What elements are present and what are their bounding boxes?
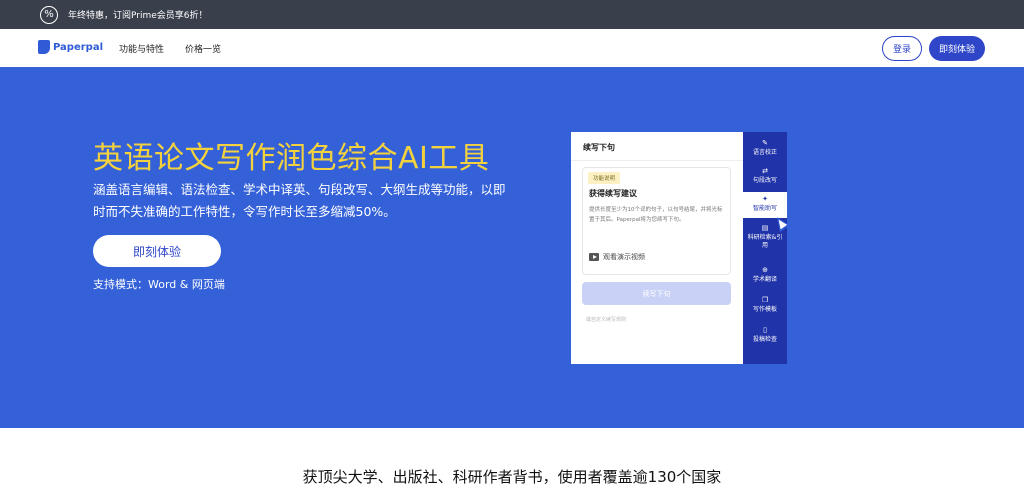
- sidebar-item-academic-translation[interactable]: ⊕ 学术翻译: [743, 263, 787, 289]
- sidebar-item-writing-templates[interactable]: ❐ 写作模板: [743, 293, 787, 319]
- login-button[interactable]: 登录: [882, 36, 922, 61]
- feature-info-box: 功能说明 获得续写建议 提供长度至少为10个词的句子，以句号结尾，并将光标置于其…: [582, 167, 731, 275]
- product-preview-card: 续写下句 功能说明 获得续写建议 提供长度至少为10个词的句子，以句号结尾，并将…: [571, 132, 787, 364]
- globe-icon: ⊕: [762, 266, 768, 274]
- watch-video-link[interactable]: 观看演示视频: [589, 252, 645, 262]
- hero-try-button[interactable]: 即刻体验: [93, 235, 221, 267]
- paperpal-logo-icon: [38, 40, 50, 54]
- try-now-button[interactable]: 即刻体验: [929, 36, 985, 61]
- card-heading: 续写下句: [583, 143, 615, 152]
- top-nav: Paperpal 功能与特性 价格一览 登录 即刻体验: [0, 29, 1024, 67]
- watch-video-label: 观看演示视频: [603, 253, 645, 261]
- document-icon: ▯: [763, 326, 767, 334]
- sidebar-item-paraphrase[interactable]: ⇄ 句段改写: [743, 164, 787, 190]
- sidebar-item-submission-check[interactable]: ▯ 投稿检查: [743, 323, 787, 349]
- play-icon: [589, 253, 599, 261]
- feature-sidebar: ✎ 语言校正 ⇄ 句段改写 ✦ 智能助写 ▤ 科研检索&引用 ⊕ 学术翻译 ❐ …: [743, 132, 787, 364]
- sidebar-item-label: 学术翻译: [752, 276, 777, 283]
- sidebar-item-label: 投稿检查: [752, 336, 777, 343]
- promo-text[interactable]: 年终特惠，订阅Prime会员享6折！: [68, 8, 208, 21]
- swap-icon: ⇄: [762, 167, 768, 175]
- feature-title: 获得续写建议: [589, 189, 637, 198]
- percent-icon: %: [40, 5, 58, 24]
- logo-text: Paperpal: [53, 41, 104, 53]
- continue-writing-button[interactable]: 续写下句: [582, 282, 731, 305]
- nav-link-pricing[interactable]: 价格一览: [185, 42, 221, 55]
- promo-bar[interactable]: % 年终特惠，订阅Prime会员享6折！: [0, 0, 1024, 29]
- hero-title: 英语论文写作润色综合AI工具: [93, 141, 490, 176]
- sidebar-item-label: 语言校正: [752, 149, 777, 156]
- sparkle-icon: ✦: [762, 195, 768, 203]
- card-divider: [571, 160, 743, 161]
- feature-text: 提供长度至少为10个词的句子，以句号结尾，并将光标置于其后。Paperpal将为…: [589, 207, 723, 223]
- supported-modes: 支持模式：Word & 网页端: [93, 278, 225, 291]
- fade-overlay: [571, 322, 743, 364]
- trust-statement: 获顶尖大学、出版社、科研作者背书，使用者覆盖逾130个国家: [302, 468, 722, 486]
- sidebar-item-label: 智能助写: [752, 205, 777, 212]
- template-icon: ❐: [761, 296, 769, 304]
- card-main-panel: 续写下句 功能说明 获得续写建议 提供长度至少为10个词的句子，以句号结尾，并将…: [571, 132, 743, 364]
- hero-section: 英语论文写作润色综合AI工具 涵盖语言编辑、语法检查、学术中译英、句段改写、大纲…: [0, 67, 1024, 428]
- sidebar-item-label: 写作模板: [752, 306, 777, 313]
- nav-link-features[interactable]: 功能与特性: [119, 42, 164, 55]
- sidebar-item-label: 句段改写: [752, 177, 777, 184]
- leaf-icon: ✎: [762, 139, 768, 147]
- paperpal-logo[interactable]: Paperpal: [38, 40, 103, 54]
- hero-description: 涵盖语言编辑、语法检查、学术中译英、句段改写、大纲生成等功能，以即时而不失准确的…: [93, 182, 506, 219]
- book-icon: ▤: [761, 224, 769, 232]
- sidebar-item-language-correction[interactable]: ✎ 语言校正: [743, 136, 787, 162]
- sidebar-item-label: 科研检索&引用: [747, 234, 783, 249]
- feature-tag: 功能说明: [588, 172, 621, 184]
